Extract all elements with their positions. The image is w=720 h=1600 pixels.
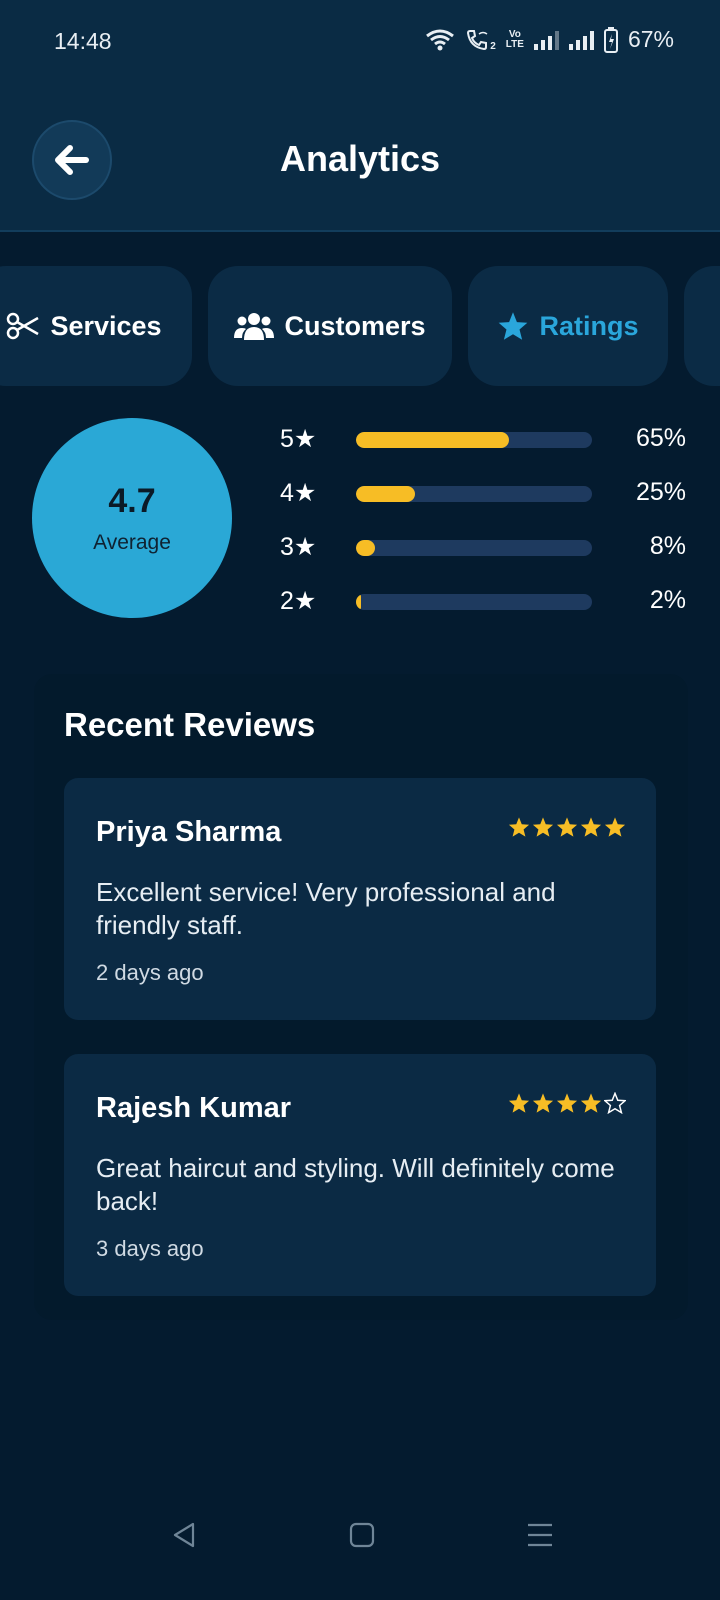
- menu-lines-icon: [528, 1523, 552, 1547]
- wifi-icon: [426, 29, 455, 50]
- star-filled-icon: [532, 1093, 554, 1113]
- star-filled-icon: [580, 1093, 602, 1113]
- tab-services[interactable]: Services: [0, 266, 192, 386]
- signal-icon: [533, 30, 559, 50]
- distribution-bar-track: [356, 540, 592, 556]
- distribution-bar-fill: [356, 540, 375, 556]
- sim-badge: 2: [490, 40, 496, 52]
- volte-icon: Vo LTE: [505, 28, 524, 50]
- review-time: 3 days ago: [96, 1236, 204, 1261]
- distribution-bar-track: [356, 594, 592, 610]
- status-icons: 2 Vo LTE 67%: [425, 26, 674, 53]
- distribution-percent: 2%: [649, 586, 686, 614]
- recent-reviews-title: Recent Reviews: [64, 706, 316, 743]
- distribution-star-label: 4★: [280, 479, 317, 507]
- reviewer-name: Priya Sharma: [96, 816, 282, 848]
- review-text: Great haircut and styling. Will definite…: [96, 1153, 615, 1216]
- analytics-screen: 14:48 2 Vo LTE 67% Analytics Services Cu…: [0, 0, 720, 1600]
- triangle-back-icon: [173, 1522, 195, 1548]
- tab-customers[interactable]: Customers: [208, 266, 452, 386]
- star-filled-icon: [508, 817, 530, 837]
- distribution-row-3: 3★ 8%: [276, 528, 690, 568]
- distribution-percent: 25%: [635, 478, 686, 506]
- distribution-bar-fill: [356, 486, 415, 502]
- review-time: 2 days ago: [96, 960, 204, 985]
- average-rating-circle: 4.7 Average: [32, 418, 232, 618]
- distribution-star-label: 5★: [280, 425, 317, 453]
- square-home-icon: [349, 1522, 375, 1548]
- tab-ratings[interactable]: Ratings: [468, 266, 668, 386]
- tab-label: Services: [50, 310, 162, 341]
- review-stars: [508, 816, 626, 838]
- tab-bar: Services Customers Ratings: [0, 266, 720, 386]
- tab-label: Customers: [284, 310, 426, 341]
- distribution-bar-fill: [356, 432, 510, 448]
- signal-icon-2: [568, 30, 594, 50]
- star-filled-icon: [556, 1093, 578, 1113]
- review-text: Excellent service! Very professional and…: [96, 877, 556, 940]
- nav-home-button[interactable]: [332, 1510, 392, 1560]
- volte-line1: Vo: [508, 28, 521, 40]
- scissors-icon: [7, 312, 40, 340]
- star-filled-icon: [532, 817, 554, 837]
- review-stars: [508, 1092, 626, 1114]
- tab-next[interactable]: [684, 266, 720, 386]
- average-rating-value: 4.7: [108, 481, 156, 520]
- distribution-row-4: 4★ 25%: [276, 474, 690, 514]
- distribution-bar-track: [356, 486, 592, 502]
- distribution-row-2: 2★ 2%: [276, 582, 690, 622]
- star-filled-icon: [556, 817, 578, 837]
- distribution-percent: 8%: [649, 532, 686, 560]
- star-filled-icon: [508, 1093, 530, 1113]
- star-empty-icon: [604, 1092, 626, 1114]
- distribution-percent: 65%: [635, 424, 686, 452]
- review-item[interactable]: Rajesh Kumar Great haircut and styling. …: [64, 1054, 656, 1296]
- star-filled-icon: [604, 817, 626, 837]
- recent-reviews-card: Recent Reviews Priya Sharma Excellent se…: [34, 674, 688, 1320]
- nav-recents-button[interactable]: [510, 1510, 570, 1560]
- reviewer-name: Rajesh Kumar: [96, 1092, 292, 1124]
- distribution-bar-fill: [356, 594, 361, 610]
- distribution-star-label: 3★: [280, 533, 317, 561]
- battery-percent: 67%: [627, 26, 674, 52]
- review-item[interactable]: Priya Sharma Excellent service! Very pro…: [64, 778, 656, 1020]
- nav-back-button[interactable]: [154, 1510, 214, 1560]
- average-rating-label: Average: [93, 530, 171, 554]
- distribution-bar-track: [356, 432, 592, 448]
- page-title: Analytics: [279, 138, 441, 179]
- status-time: 14:48: [54, 28, 112, 54]
- system-nav-bar: [0, 1510, 720, 1600]
- users-icon: [234, 313, 275, 340]
- wifi-call-icon: 2: [465, 28, 496, 52]
- battery-icon: [603, 26, 618, 53]
- distribution-star-label: 2★: [280, 587, 317, 615]
- tab-label: Ratings: [539, 310, 639, 341]
- star-filled-icon: [580, 817, 602, 837]
- volte-line2: LTE: [505, 38, 524, 50]
- header: 14:48 2 Vo LTE 67% Analytics: [0, 0, 720, 232]
- star-icon: [499, 312, 528, 340]
- distribution-row-5: 5★ 65%: [276, 420, 690, 460]
